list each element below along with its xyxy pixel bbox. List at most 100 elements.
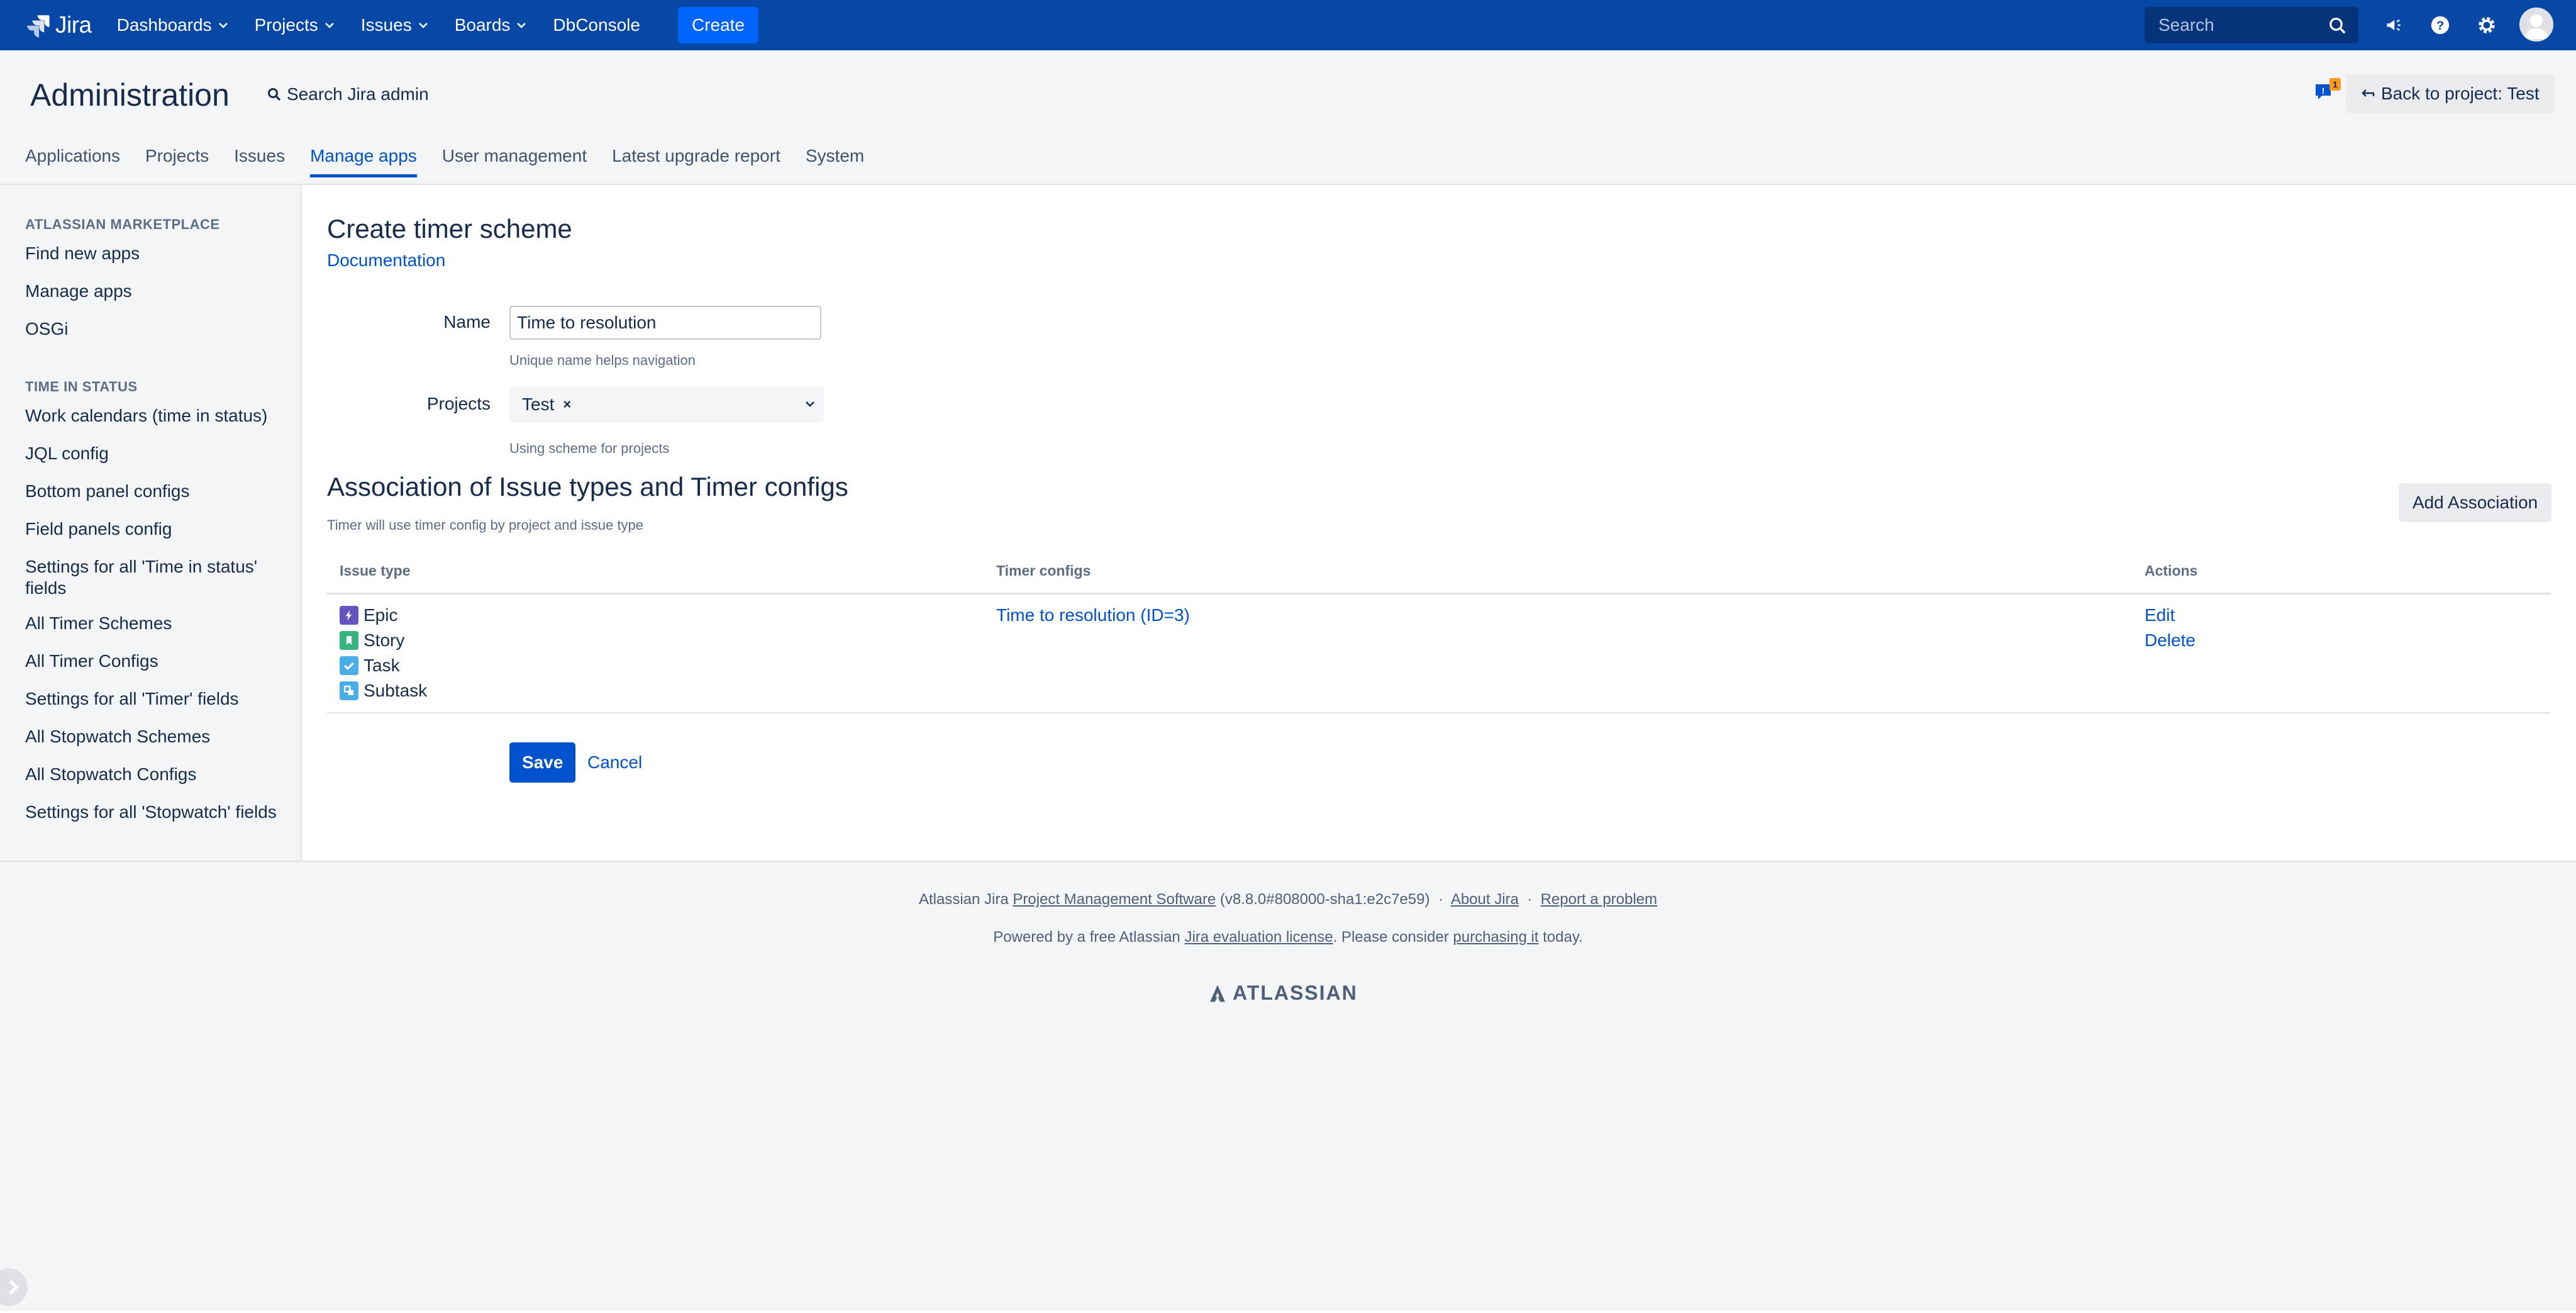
search-jira-admin-label: Search Jira admin [287, 84, 429, 104]
sidebar-item-field-panels-config[interactable]: Field panels config [25, 518, 277, 540]
sidebar-item-manage-apps[interactable]: Manage apps [25, 281, 277, 302]
footer-line-2: Powered by a free Atlassian Jira evaluat… [0, 929, 2576, 946]
column-header-actions: Actions [2145, 562, 2198, 579]
sidebar-heading-time-in-status: TIME IN STATUS [25, 379, 138, 394]
sidebar-item-all-timer-configs[interactable]: All Timer Configs [25, 651, 277, 672]
settings-button[interactable] [2473, 11, 2501, 39]
nav-projects[interactable]: Projects [255, 0, 347, 50]
sidebar-item-osgi[interactable]: OSGi [25, 318, 277, 340]
nav-dbconsole[interactable]: DbConsole [553, 0, 653, 50]
nav-items: Dashboards Projects Issues Boards DbCons… [117, 0, 758, 50]
task-icon [340, 656, 358, 675]
top-navigation: Jira Dashboards Projects Issues Boards D… [0, 0, 2576, 50]
name-label: Name [443, 312, 491, 332]
tab-issues[interactable]: Issues [234, 146, 285, 177]
sidebar-item-settings-timer[interactable]: Settings for all 'Timer' fields [25, 688, 277, 710]
tab-latest-upgrade-report[interactable]: Latest upgrade report [612, 146, 780, 177]
chevron-down-icon [806, 401, 814, 407]
chevron-down-icon [325, 23, 334, 28]
delete-association-link[interactable]: Delete [2145, 630, 2196, 651]
nav-dbconsole-label: DbConsole [553, 15, 640, 35]
issue-type-subtask: Subtask [340, 681, 427, 701]
footer-about-link[interactable]: About Jira [1451, 891, 1519, 908]
projects-label: Projects [426, 394, 491, 413]
gear-icon [2479, 17, 2495, 33]
cancel-link[interactable]: Cancel [587, 752, 642, 773]
footer-separator: · [1527, 891, 1533, 908]
issue-type-task: Task [340, 656, 400, 676]
sidebar-item-work-calendars[interactable]: Work calendars (time in status) [25, 405, 277, 427]
atlassian-logo[interactable]: ATLASSIAN [1208, 981, 1358, 1005]
nav-dashboards[interactable]: Dashboards [117, 0, 241, 50]
sidebar-item-all-stopwatch-configs[interactable]: All Stopwatch Configs [25, 764, 277, 785]
feedback-icon: ! 1 [2316, 78, 2341, 99]
chevron-down-icon [517, 23, 526, 28]
avatar-icon [2519, 8, 2553, 42]
footer-consider: . Please consider [1333, 929, 1449, 946]
admin-tabs: Applications Projects Issues Manage apps… [25, 146, 889, 177]
search-icon [268, 88, 281, 101]
global-search[interactable] [2145, 7, 2358, 43]
footer-pms-link[interactable]: Project Management Software [1013, 891, 1216, 908]
save-button[interactable]: Save [509, 742, 576, 783]
sidebar-item-find-new-apps[interactable]: Find new apps [25, 243, 277, 264]
remove-project-button[interactable]: × [563, 396, 571, 413]
jira-logo[interactable]: Jira [25, 0, 92, 50]
footer-purchase-link[interactable]: purchasing it [1453, 929, 1538, 946]
footer-report-link[interactable]: Report a problem [1541, 891, 1657, 908]
tab-projects[interactable]: Projects [145, 146, 209, 177]
chevron-down-icon [418, 23, 428, 28]
sidebar-item-all-stopwatch-schemes[interactable]: All Stopwatch Schemes [25, 726, 277, 747]
association-subtitle: Timer will use timer config by project a… [327, 517, 643, 533]
add-association-button[interactable]: Add Association [2399, 483, 2552, 522]
projects-hint: Using scheme for projects [509, 440, 670, 456]
projects-select[interactable]: Test × [509, 386, 824, 423]
footer-version: (v8.8.0#808000-sha1:e2c7e59) [1219, 891, 1430, 908]
sidebar-item-settings-time-in-status[interactable]: Settings for all 'Time in status' fields [25, 556, 277, 599]
table-row-divider [327, 712, 2551, 713]
subtask-icon [340, 681, 358, 700]
page-title: Administration [30, 77, 230, 113]
create-button[interactable]: Create [677, 7, 758, 43]
search-jira-admin[interactable]: Search Jira admin [267, 84, 429, 104]
tab-manage-apps[interactable]: Manage apps [310, 146, 417, 177]
column-header-timer-configs: Timer configs [996, 562, 1091, 579]
footer-powered: Powered by a free Atlassian [993, 929, 1180, 946]
back-arrow-icon [2362, 89, 2375, 97]
timer-config-link[interactable]: Time to resolution (ID=3) [996, 605, 1190, 625]
edit-association-link[interactable]: Edit [2145, 605, 2175, 625]
tab-user-management[interactable]: User management [442, 146, 587, 177]
feedback-button[interactable]: ! 1 [2312, 77, 2342, 107]
sidebar-item-all-timer-schemes[interactable]: All Timer Schemes [25, 613, 277, 634]
nav-boards[interactable]: Boards [455, 0, 540, 50]
name-field[interactable] [509, 306, 821, 340]
project-tag-label: Test [522, 394, 555, 414]
atlassian-logo-icon [1210, 985, 1225, 1002]
user-avatar[interactable] [2519, 8, 2553, 42]
documentation-link[interactable]: Documentation [327, 250, 445, 271]
issue-type-epic: Epic [340, 605, 397, 625]
notifications-button[interactable] [2380, 11, 2407, 39]
svg-text:?: ? [2436, 19, 2444, 33]
atlassian-logo-text: ATLASSIAN [1233, 981, 1358, 1004]
tab-system[interactable]: System [806, 146, 864, 177]
logo-text: Jira [55, 12, 92, 38]
nav-issues-label: Issues [360, 15, 412, 35]
issue-type-label: Story [364, 630, 405, 650]
back-to-project-button[interactable]: Back to project: Test [2346, 74, 2555, 113]
sidebar-item-bottom-panel-configs[interactable]: Bottom panel configs [25, 481, 277, 502]
feedback-badge: 1 [2333, 79, 2338, 89]
sidebar-item-settings-stopwatch[interactable]: Settings for all 'Stopwatch' fields [25, 802, 277, 823]
sidebar-expand-button[interactable] [0, 1265, 31, 1310]
nav-issues[interactable]: Issues [361, 0, 441, 50]
help-button[interactable]: ? [2426, 11, 2454, 39]
search-input[interactable] [2157, 14, 2323, 36]
footer-license-link[interactable]: Jira evaluation license [1184, 929, 1333, 946]
form-title: Create timer scheme [327, 214, 572, 243]
nav-dashboards-label: Dashboards [116, 15, 212, 35]
jira-logo-icon [27, 15, 50, 38]
footer-separator: · [1438, 891, 1443, 908]
tab-applications[interactable]: Applications [25, 146, 120, 177]
sidebar-heading-marketplace: ATLASSIAN MARKETPLACE [25, 216, 220, 232]
sidebar-item-jql-config[interactable]: JQL config [25, 443, 277, 464]
